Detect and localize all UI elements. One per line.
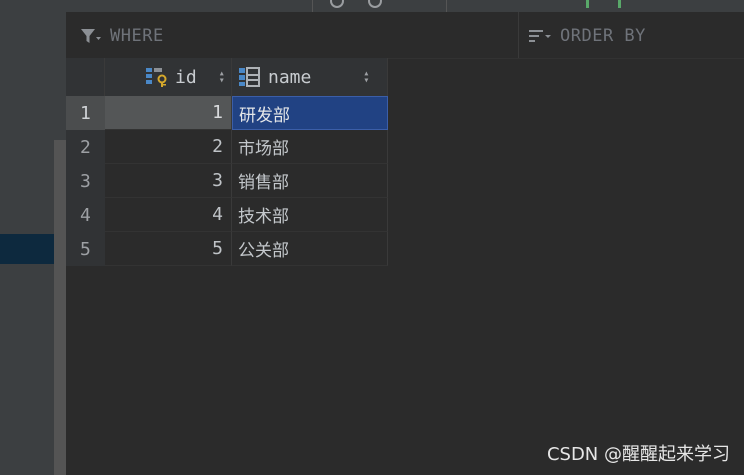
row-number[interactable]: 3 <box>66 164 105 198</box>
left-panel-scrollbar[interactable] <box>54 140 66 475</box>
column-icon <box>239 67 260 87</box>
refresh-icon[interactable] <box>330 0 344 8</box>
cell-name[interactable]: 研发部 <box>232 96 388 130</box>
commit-icon[interactable] <box>618 0 621 8</box>
row-number-header <box>66 58 105 96</box>
row-number[interactable]: 1 <box>66 96 105 130</box>
column-header-label: id <box>175 66 197 88</box>
cell-id[interactable]: 4 <box>105 198 232 232</box>
toolbar-separator <box>446 0 447 12</box>
row-number[interactable]: 5 <box>66 232 105 266</box>
column-header-name[interactable]: name ▴ ▾ <box>232 58 388 96</box>
cell-name[interactable]: 市场部 <box>232 130 388 164</box>
cell-id[interactable]: 1 <box>105 96 232 130</box>
search-icon[interactable] <box>368 0 382 8</box>
toolbar <box>66 0 744 12</box>
cell-name[interactable]: 公关部 <box>232 232 388 266</box>
cell-id[interactable]: 2 <box>105 130 232 164</box>
column-header-label: name <box>268 66 312 88</box>
row-number[interactable]: 2 <box>66 130 105 164</box>
cell-name[interactable]: 技术部 <box>232 198 388 232</box>
left-panel-scroll-track <box>54 0 66 140</box>
row-number[interactable]: 4 <box>66 198 105 232</box>
column-header-id[interactable]: id ▴ ▾ <box>105 58 232 96</box>
filter-divider <box>518 12 519 58</box>
left-panel-selected-item[interactable] <box>0 234 54 264</box>
cell-id[interactable]: 5 <box>105 232 232 266</box>
watermark: CSDN @醒醒起来学习 <box>546 444 730 465</box>
where-filter-field[interactable]: WHERE <box>80 26 164 46</box>
filter-bar: WHERE ORDER BY <box>66 12 744 59</box>
sort-toggle-icon[interactable]: ▴ ▾ <box>363 69 369 86</box>
toolbar-separator <box>312 0 313 12</box>
cell-id[interactable]: 3 <box>105 164 232 198</box>
cell-name[interactable]: 销售部 <box>232 164 388 198</box>
order-by-field[interactable]: ORDER BY <box>528 26 646 46</box>
commit-icon[interactable] <box>586 0 589 8</box>
sort-toggle-icon[interactable]: ▴ ▾ <box>219 69 225 86</box>
order-by-label: ORDER BY <box>560 26 646 46</box>
sort-icon <box>529 30 551 42</box>
where-label: WHERE <box>110 26 164 46</box>
primary-key-column-icon <box>146 68 167 87</box>
filter-icon <box>81 29 101 43</box>
